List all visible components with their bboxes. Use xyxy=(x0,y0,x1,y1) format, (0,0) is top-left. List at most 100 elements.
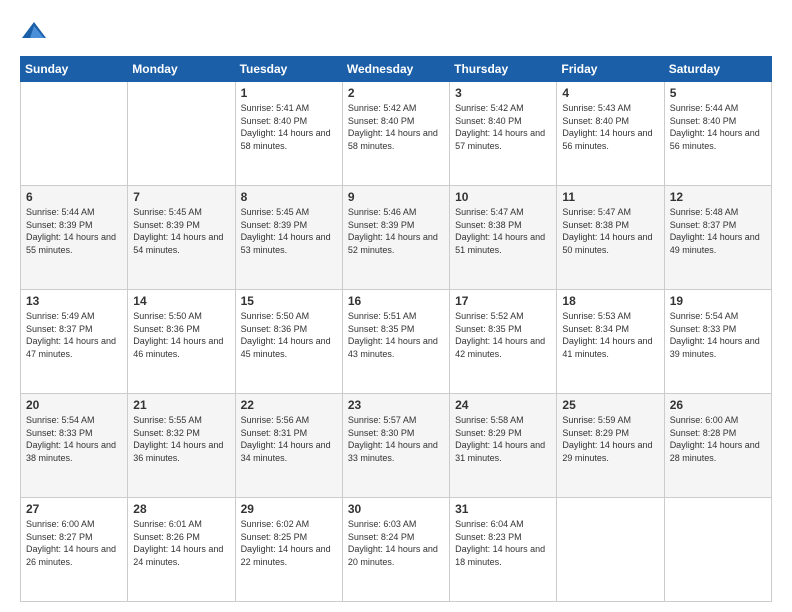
cell-info: Sunrise: 5:49 AMSunset: 8:37 PMDaylight:… xyxy=(26,310,122,360)
day-number: 10 xyxy=(455,190,551,204)
day-number: 12 xyxy=(670,190,766,204)
calendar-cell: 18Sunrise: 5:53 AMSunset: 8:34 PMDayligh… xyxy=(557,290,664,394)
day-number: 3 xyxy=(455,86,551,100)
calendar-cell: 21 Sunrise: 5:55 AMSunset: 8:32 PMDayligh… xyxy=(128,394,235,498)
day-number: 5 xyxy=(670,86,766,100)
cell-info: Sunrise: 5:48 AMSunset: 8:37 PMDaylight:… xyxy=(670,206,766,256)
day-number: 14 xyxy=(133,294,229,308)
calendar-cell: 4 Sunrise: 5:43 AMSunset: 8:40 PMDaylight… xyxy=(557,82,664,186)
day-number: 21 xyxy=(133,398,229,412)
cell-info: Sunrise: 5:44 AMSunset: 8:40 PMDaylight:… xyxy=(670,102,766,152)
day-number: 8 xyxy=(241,190,337,204)
cell-info: Sunrise: 5:46 AMSunset: 8:39 PMDaylight:… xyxy=(348,206,444,256)
calendar-cell: 6 Sunrise: 5:44 AMSunset: 8:39 PMDaylight… xyxy=(21,186,128,290)
calendar-cell: 28Sunrise: 6:01 AMSunset: 8:26 PMDayligh… xyxy=(128,498,235,602)
day-number: 17 xyxy=(455,294,551,308)
calendar-cell: 29 Sunrise: 6:02 AMSunset: 8:25 PMDayligh… xyxy=(235,498,342,602)
calendar-cell xyxy=(128,82,235,186)
logo xyxy=(20,18,52,46)
day-number: 18 xyxy=(562,294,658,308)
calendar-row: 13 Sunrise: 5:49 AMSunset: 8:37 PMDayligh… xyxy=(21,290,772,394)
logo-icon xyxy=(20,18,48,46)
day-header-wednesday: Wednesday xyxy=(342,57,449,82)
calendar-row: 6 Sunrise: 5:44 AMSunset: 8:39 PMDaylight… xyxy=(21,186,772,290)
day-number: 19 xyxy=(670,294,766,308)
calendar-cell: 3Sunrise: 5:42 AMSunset: 8:40 PMDaylight… xyxy=(450,82,557,186)
calendar-cell: 10Sunrise: 5:47 AMSunset: 8:38 PMDayligh… xyxy=(450,186,557,290)
header xyxy=(20,18,772,46)
calendar-cell: 23 Sunrise: 5:57 AMSunset: 8:30 PMDayligh… xyxy=(342,394,449,498)
calendar-row: 20 Sunrise: 5:54 AMSunset: 8:33 PMDayligh… xyxy=(21,394,772,498)
cell-info: Sunrise: 6:00 AMSunset: 8:27 PMDaylight:… xyxy=(26,518,122,568)
cell-info: Sunrise: 6:02 AMSunset: 8:25 PMDaylight:… xyxy=(241,518,337,568)
calendar-cell: 2Sunrise: 5:42 AMSunset: 8:40 PMDaylight… xyxy=(342,82,449,186)
day-number: 7 xyxy=(133,190,229,204)
calendar-table: SundayMondayTuesdayWednesdayThursdayFrid… xyxy=(20,56,772,602)
day-number: 23 xyxy=(348,398,444,412)
calendar-cell: 31 Sunrise: 6:04 AMSunset: 8:23 PMDayligh… xyxy=(450,498,557,602)
header-row: SundayMondayTuesdayWednesdayThursdayFrid… xyxy=(21,57,772,82)
day-number: 26 xyxy=(670,398,766,412)
calendar-cell xyxy=(664,498,771,602)
day-header-monday: Monday xyxy=(128,57,235,82)
day-number: 1 xyxy=(241,86,337,100)
cell-info: Sunrise: 6:04 AMSunset: 8:23 PMDaylight:… xyxy=(455,518,551,568)
day-header-friday: Friday xyxy=(557,57,664,82)
cell-info: Sunrise: 5:45 AMSunset: 8:39 PMDaylight:… xyxy=(133,206,229,256)
calendar-cell: 22 Sunrise: 5:56 AMSunset: 8:31 PMDayligh… xyxy=(235,394,342,498)
calendar-cell: 13 Sunrise: 5:49 AMSunset: 8:37 PMDayligh… xyxy=(21,290,128,394)
cell-info: Sunrise: 5:52 AMSunset: 8:35 PMDaylight:… xyxy=(455,310,551,360)
cell-info: Sunrise: 5:51 AMSunset: 8:35 PMDaylight:… xyxy=(348,310,444,360)
cell-info: Sunrise: 5:43 AMSunset: 8:40 PMDaylight:… xyxy=(562,102,658,152)
calendar-cell: 20 Sunrise: 5:54 AMSunset: 8:33 PMDayligh… xyxy=(21,394,128,498)
calendar-cell: 30Sunrise: 6:03 AMSunset: 8:24 PMDayligh… xyxy=(342,498,449,602)
page: SundayMondayTuesdayWednesdayThursdayFrid… xyxy=(0,0,792,612)
calendar-cell: 25Sunrise: 5:59 AMSunset: 8:29 PMDayligh… xyxy=(557,394,664,498)
calendar-cell: 26 Sunrise: 6:00 AMSunset: 8:28 PMDayligh… xyxy=(664,394,771,498)
cell-info: Sunrise: 5:57 AMSunset: 8:30 PMDaylight:… xyxy=(348,414,444,464)
calendar-row: 27 Sunrise: 6:00 AMSunset: 8:27 PMDayligh… xyxy=(21,498,772,602)
day-number: 6 xyxy=(26,190,122,204)
cell-info: Sunrise: 5:58 AMSunset: 8:29 PMDaylight:… xyxy=(455,414,551,464)
day-number: 22 xyxy=(241,398,337,412)
day-number: 4 xyxy=(562,86,658,100)
cell-info: Sunrise: 5:41 AMSunset: 8:40 PMDaylight:… xyxy=(241,102,337,152)
day-number: 24 xyxy=(455,398,551,412)
day-number: 11 xyxy=(562,190,658,204)
calendar-cell: 16 Sunrise: 5:51 AMSunset: 8:35 PMDayligh… xyxy=(342,290,449,394)
cell-info: Sunrise: 5:47 AMSunset: 8:38 PMDaylight:… xyxy=(562,206,658,256)
cell-info: Sunrise: 5:50 AMSunset: 8:36 PMDaylight:… xyxy=(133,310,229,360)
calendar-cell: 17 Sunrise: 5:52 AMSunset: 8:35 PMDayligh… xyxy=(450,290,557,394)
calendar-cell: 24 Sunrise: 5:58 AMSunset: 8:29 PMDayligh… xyxy=(450,394,557,498)
day-header-tuesday: Tuesday xyxy=(235,57,342,82)
calendar-cell: 19Sunrise: 5:54 AMSunset: 8:33 PMDayligh… xyxy=(664,290,771,394)
calendar-cell: 27 Sunrise: 6:00 AMSunset: 8:27 PMDayligh… xyxy=(21,498,128,602)
day-number: 2 xyxy=(348,86,444,100)
calendar-cell: 15 Sunrise: 5:50 AMSunset: 8:36 PMDayligh… xyxy=(235,290,342,394)
day-number: 29 xyxy=(241,502,337,516)
calendar-row: 1 Sunrise: 5:41 AMSunset: 8:40 PMDaylight… xyxy=(21,82,772,186)
day-number: 25 xyxy=(562,398,658,412)
day-number: 13 xyxy=(26,294,122,308)
cell-info: Sunrise: 5:54 AMSunset: 8:33 PMDaylight:… xyxy=(26,414,122,464)
calendar-cell: 8Sunrise: 5:45 AMSunset: 8:39 PMDaylight… xyxy=(235,186,342,290)
day-header-sunday: Sunday xyxy=(21,57,128,82)
calendar-cell: 7 Sunrise: 5:45 AMSunset: 8:39 PMDaylight… xyxy=(128,186,235,290)
day-number: 27 xyxy=(26,502,122,516)
day-number: 30 xyxy=(348,502,444,516)
cell-info: Sunrise: 5:44 AMSunset: 8:39 PMDaylight:… xyxy=(26,206,122,256)
day-number: 15 xyxy=(241,294,337,308)
day-number: 31 xyxy=(455,502,551,516)
day-number: 9 xyxy=(348,190,444,204)
calendar-cell: 11 Sunrise: 5:47 AMSunset: 8:38 PMDayligh… xyxy=(557,186,664,290)
cell-info: Sunrise: 5:55 AMSunset: 8:32 PMDaylight:… xyxy=(133,414,229,464)
cell-info: Sunrise: 5:50 AMSunset: 8:36 PMDaylight:… xyxy=(241,310,337,360)
calendar-cell xyxy=(21,82,128,186)
cell-info: Sunrise: 6:00 AMSunset: 8:28 PMDaylight:… xyxy=(670,414,766,464)
day-number: 16 xyxy=(348,294,444,308)
calendar-cell: 12 Sunrise: 5:48 AMSunset: 8:37 PMDayligh… xyxy=(664,186,771,290)
day-number: 20 xyxy=(26,398,122,412)
day-header-thursday: Thursday xyxy=(450,57,557,82)
cell-info: Sunrise: 5:56 AMSunset: 8:31 PMDaylight:… xyxy=(241,414,337,464)
calendar-cell: 5 Sunrise: 5:44 AMSunset: 8:40 PMDaylight… xyxy=(664,82,771,186)
